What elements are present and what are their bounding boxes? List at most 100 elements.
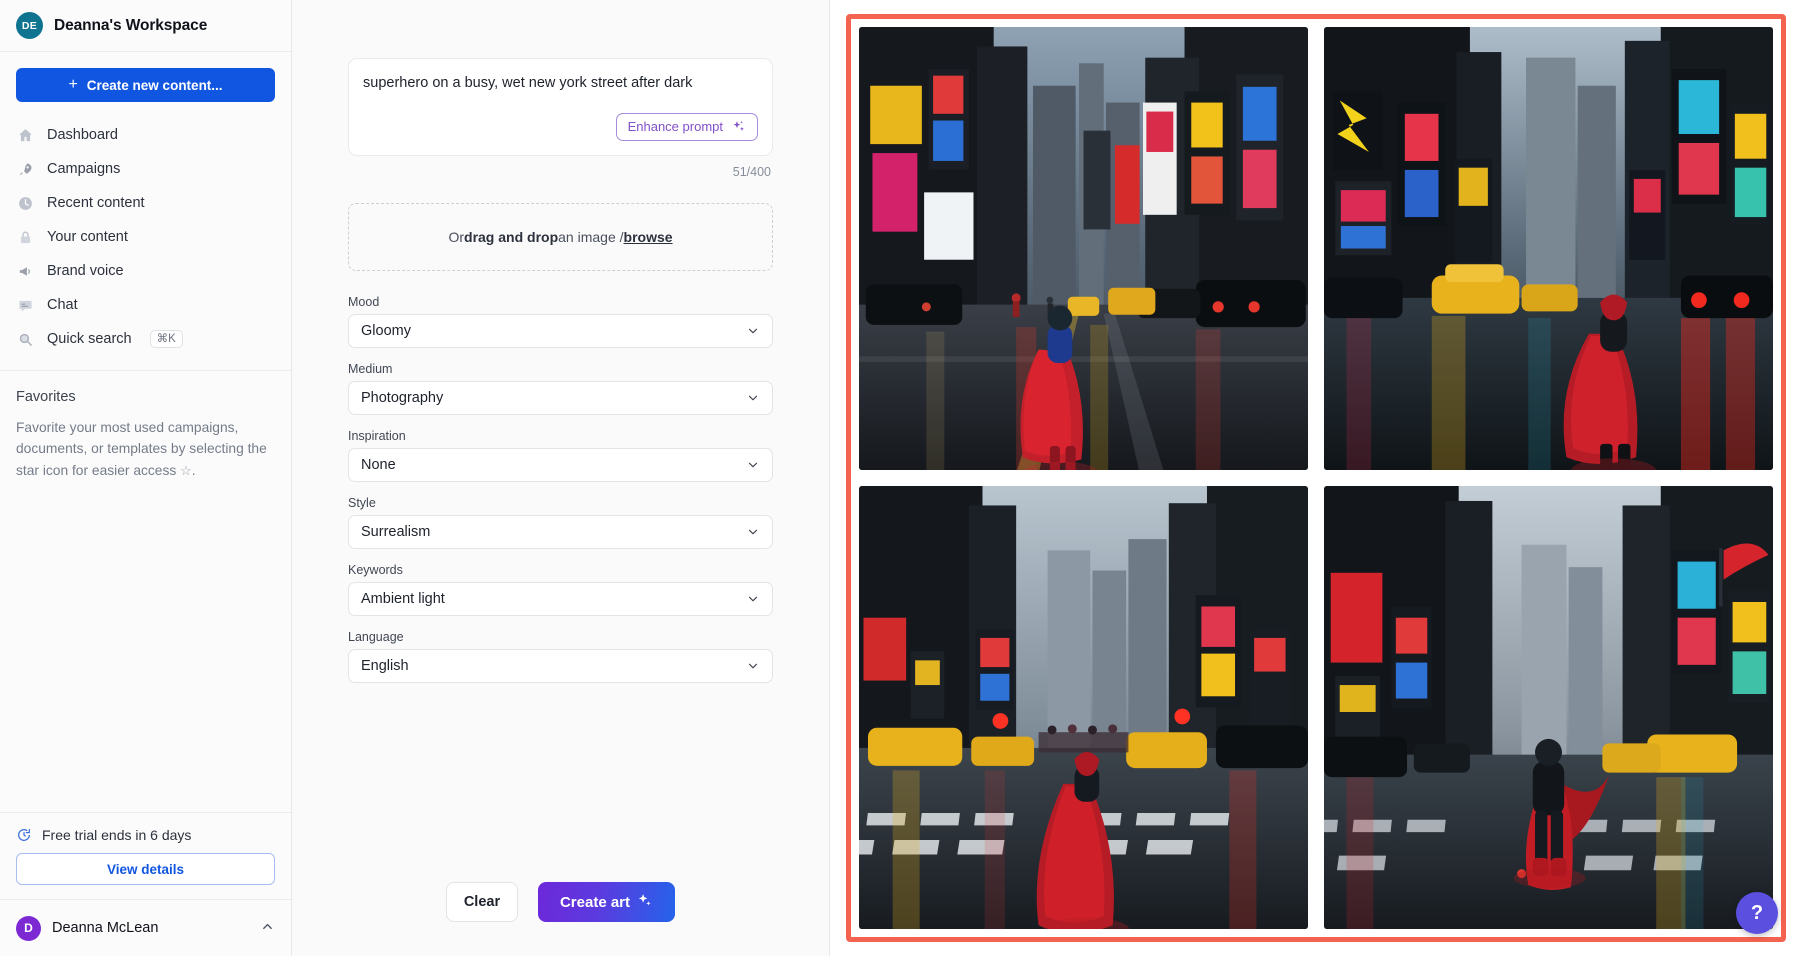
sidebar-footer: Free trial ends in 6 days View details D… (0, 812, 291, 956)
result-image-2[interactable] (1324, 27, 1773, 470)
result-image-4[interactable] (1324, 486, 1773, 929)
create-art-label: Create art (559, 893, 631, 911)
sidebar-item-label: Campaigns (47, 161, 121, 177)
inspiration-value: None (361, 457, 396, 473)
sidebar-item-label: Chat (47, 297, 78, 313)
trial-status: Free trial ends in 6 days (0, 813, 291, 853)
create-new-content-button[interactable]: + Create new content... (16, 68, 275, 102)
medium-value: Photography (361, 390, 444, 406)
sidebar-item-brand-voice[interactable]: Brand voice (0, 254, 291, 288)
dropzone-bold: drag and drop (464, 229, 559, 245)
enhance-row: Enhance prompt (363, 113, 758, 141)
sidebar-item-campaigns[interactable]: Campaigns (0, 152, 291, 186)
chevron-down-icon (746, 458, 760, 472)
character-count: 51/400 (732, 165, 771, 179)
favorites-description-period: . (191, 462, 196, 478)
sidebar-nav: Dashboard Campaigns Recent content Your … (0, 110, 291, 366)
sidebar: DE Deanna's Workspace + Create new conte… (0, 0, 292, 956)
favorites-description-text: Favorite your most used campaigns, docum… (16, 420, 267, 478)
browse-link[interactable]: browse (624, 229, 673, 245)
field-keywords: Keywords Ambient light (348, 563, 773, 616)
chevron-down-icon (746, 391, 760, 405)
field-label: Mood (348, 295, 380, 309)
sidebar-item-label: Quick search (47, 331, 132, 347)
dropzone-middle: an image / (558, 229, 624, 245)
megaphone-icon (16, 262, 35, 281)
trial-label: Free trial ends in 6 days (42, 827, 192, 843)
result-image-1[interactable] (859, 27, 1308, 470)
app-root: DE Deanna's Workspace + Create new conte… (0, 0, 1800, 956)
create-art-button[interactable]: Create art (537, 882, 676, 922)
view-details-button[interactable]: View details (16, 853, 275, 885)
user-menu[interactable]: D Deanna McLean (0, 900, 291, 956)
home-icon (16, 126, 35, 145)
favorites-section: Favorites Favorite your most used campai… (0, 371, 291, 481)
sidebar-item-chat[interactable]: Chat (0, 288, 291, 322)
rocket-icon (16, 160, 35, 179)
language-value: English (361, 658, 409, 674)
keywords-select[interactable]: Ambient light (348, 582, 773, 616)
prompt-input[interactable]: superhero on a busy, wet new york street… (363, 73, 758, 95)
chevron-up-icon[interactable] (260, 919, 275, 937)
field-language: Language English (348, 630, 773, 683)
sidebar-item-label: Dashboard (47, 127, 118, 143)
clear-button[interactable]: Clear (445, 882, 518, 922)
sidebar-item-label: Your content (47, 229, 128, 245)
results-frame (846, 14, 1786, 942)
inspiration-select[interactable]: None (348, 448, 773, 482)
prompt-card: superhero on a busy, wet new york street… (348, 58, 773, 156)
medium-select[interactable]: Photography (348, 381, 773, 415)
style-select[interactable]: Surrealism (348, 515, 773, 549)
sparkle-icon (636, 892, 653, 913)
help-button[interactable]: ? (1736, 892, 1778, 934)
enhance-prompt-button[interactable]: Enhance prompt (615, 113, 758, 141)
keywords-value: Ambient light (361, 591, 445, 607)
avatar: D (16, 915, 41, 941)
create-new-content-label: Create new content... (86, 77, 223, 93)
language-select[interactable]: English (348, 649, 773, 683)
sidebar-item-your-content[interactable]: Your content (0, 220, 291, 254)
sidebar-item-dashboard[interactable]: Dashboard (0, 118, 291, 152)
results-panel: ? (830, 0, 1800, 956)
user-name: Deanna McLean (52, 920, 159, 936)
chat-bubble-icon (16, 296, 35, 315)
chevron-down-icon (746, 592, 760, 606)
field-label: Style (348, 496, 376, 510)
chevron-down-icon (746, 659, 760, 673)
workspace-header[interactable]: DE Deanna's Workspace (0, 0, 291, 52)
mood-value: Gloomy (361, 323, 411, 339)
mood-select[interactable]: Gloomy (348, 314, 773, 348)
lock-icon (16, 228, 35, 247)
results-grid (859, 27, 1773, 929)
sidebar-item-label: Brand voice (47, 263, 124, 279)
image-dropzone[interactable]: Or drag and drop an image / browse (348, 203, 773, 271)
option-fields: Mood Gloomy Medium Photography Inspirati… (348, 295, 773, 683)
clock-icon (16, 194, 35, 213)
field-inspiration: Inspiration None (348, 429, 773, 482)
sidebar-item-quick-search[interactable]: Quick search ⌘K (0, 322, 291, 356)
result-image-3[interactable] (859, 486, 1308, 929)
quick-search-shortcut: ⌘K (149, 329, 183, 349)
magnifier-icon (16, 330, 35, 349)
favorites-title: Favorites (16, 389, 76, 405)
chevron-down-icon (746, 525, 760, 539)
field-medium: Medium Photography (348, 362, 773, 415)
star-icon: ☆ (180, 462, 192, 478)
field-label: Keywords (348, 563, 403, 577)
field-label: Inspiration (348, 429, 406, 443)
sidebar-item-recent-content[interactable]: Recent content (0, 186, 291, 220)
sidebar-item-label: Recent content (47, 195, 145, 211)
dropzone-prefix: Or (448, 229, 465, 245)
style-value: Surrealism (361, 524, 431, 540)
sparkle-icon (731, 119, 746, 134)
chevron-down-icon (746, 324, 760, 338)
field-label: Medium (348, 362, 393, 376)
timer-icon (16, 827, 32, 843)
workspace-title: Deanna's Workspace (54, 16, 208, 34)
plus-icon: + (68, 75, 78, 93)
field-mood: Mood Gloomy (348, 295, 773, 348)
workspace-avatar: DE (16, 12, 43, 39)
field-label: Language (348, 630, 404, 644)
composer-body: superhero on a busy, wet new york street… (292, 0, 829, 697)
enhance-prompt-label: Enhance prompt (627, 119, 723, 134)
